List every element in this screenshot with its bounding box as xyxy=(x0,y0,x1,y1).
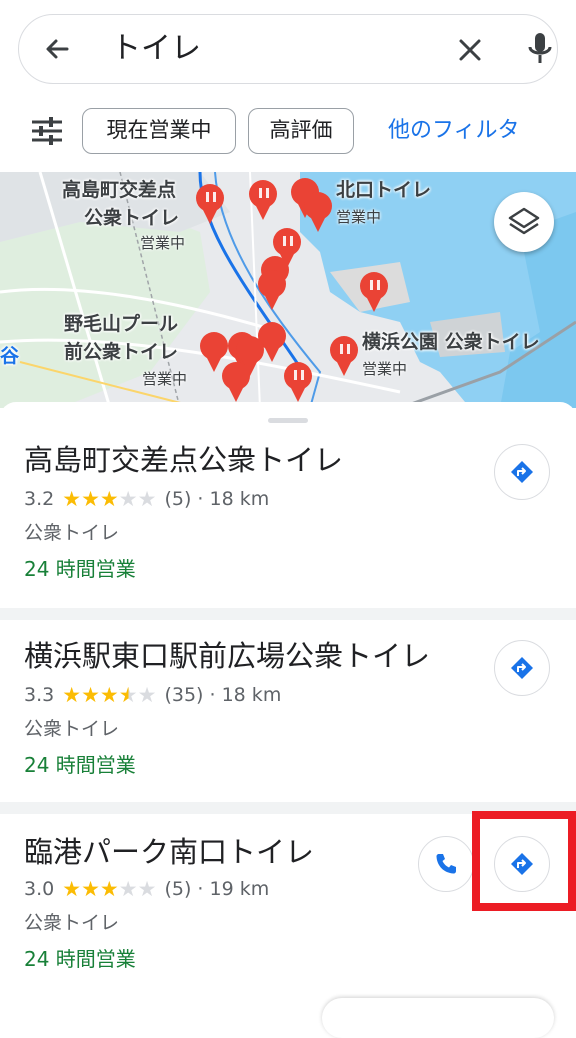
rating-value: 3.0 xyxy=(24,878,55,900)
rating-value: 3.2 xyxy=(24,488,55,510)
map-layers-button[interactable] xyxy=(494,192,554,252)
star-rating: ★★★★★ xyxy=(62,876,156,903)
result-title[interactable]: 高島町交差点公衆トイレ xyxy=(24,442,343,478)
map-label-nogeyama[interactable]: 野毛山プール xyxy=(64,312,178,336)
map-status-yokohama-park: 営業中 xyxy=(362,360,408,378)
star-icon: ★ xyxy=(137,487,157,511)
layers-icon xyxy=(508,207,540,235)
map-label-kitaguchi[interactable]: 北口トイレ xyxy=(336,178,431,202)
star-icon: ★ xyxy=(62,487,82,511)
star-rating: ★★★★★ xyxy=(62,682,156,709)
distance: · 18 km xyxy=(209,684,282,706)
rating-value: 3.3 xyxy=(24,684,55,706)
category: 公衆トイレ xyxy=(24,912,120,934)
directions-icon xyxy=(511,461,533,483)
distance: · 18 km xyxy=(197,488,270,510)
distance: · 19 km xyxy=(197,878,270,900)
search-bar[interactable]: トイレ xyxy=(18,14,558,84)
result-title[interactable]: 横浜駅東口駅前広場公衆トイレ xyxy=(24,638,430,674)
rating-row: 3.0 ★★★★★ (5) · 19 km xyxy=(24,876,269,903)
star-icon: ★ xyxy=(62,683,82,707)
filter-row: 現在営業中 高評価 他のフィルタ xyxy=(0,106,576,158)
directions-icon xyxy=(511,657,533,679)
star-icon: ★ xyxy=(62,877,82,901)
category: 公衆トイレ xyxy=(24,522,120,544)
directions-button[interactable] xyxy=(494,444,550,500)
call-button[interactable] xyxy=(418,836,474,892)
star-icon: ★ xyxy=(118,487,138,511)
map[interactable]: 高島町交差点 公衆トイレ 営業中 北口トイレ 営業中 野毛山プール 前公衆トイレ… xyxy=(0,172,576,408)
hours-status: 24 時間営業 xyxy=(24,753,136,777)
clear-icon[interactable] xyxy=(455,35,485,65)
map-label-station-fragment: 谷 xyxy=(0,345,20,367)
star-icon: ★ xyxy=(99,487,119,511)
result-title[interactable]: 臨港パーク南口トイレ xyxy=(24,834,314,870)
rating-row: 3.2 ★★★★★ (5) · 18 km xyxy=(24,486,269,513)
divider xyxy=(0,608,576,620)
chip-top-rated[interactable]: 高評価 xyxy=(248,108,354,154)
hours-status: 24 時間営業 xyxy=(24,557,136,581)
star-icon: ★ xyxy=(118,877,138,901)
microphone-icon[interactable] xyxy=(525,31,555,67)
star-icon: ★ xyxy=(81,877,100,901)
back-arrow-icon[interactable] xyxy=(41,33,73,65)
drag-handle[interactable] xyxy=(268,418,308,423)
star-icon: ★ xyxy=(118,683,138,707)
category: 公衆トイレ xyxy=(24,718,120,740)
map-status-nogeyama: 営業中 xyxy=(142,370,188,388)
star-icon: ★ xyxy=(99,683,119,707)
map-label-takashimacho-line2[interactable]: 公衆トイレ xyxy=(84,206,179,230)
review-count: (5) xyxy=(164,488,192,510)
star-icon: ★ xyxy=(81,487,100,511)
star-rating: ★★★★★ xyxy=(62,486,156,513)
filter-sliders-icon[interactable] xyxy=(30,116,64,146)
review-count: (35) xyxy=(164,684,204,706)
result-card[interactable]: 横浜駅東口駅前広場公衆トイレ 3.3 ★★★★★ (35) · 18 km 公衆… xyxy=(0,620,576,802)
directions-button[interactable] xyxy=(494,640,550,696)
star-icon: ★ xyxy=(99,877,119,901)
map-status-takashimacho: 営業中 xyxy=(140,234,186,252)
star-icon: ★ xyxy=(137,683,157,707)
star-icon: ★ xyxy=(137,877,157,901)
hours-status: 24 時間営業 xyxy=(24,947,136,971)
more-filters-link[interactable]: 他のフィルタ xyxy=(388,108,520,154)
map-label-yokohama-park[interactable]: 横浜公園 公衆トイレ xyxy=(362,330,540,354)
bottom-floating-pill[interactable] xyxy=(322,998,554,1038)
highlight-box xyxy=(472,811,576,911)
review-count: (5) xyxy=(164,878,192,900)
rating-row: 3.3 ★★★★★ (35) · 18 km xyxy=(24,682,281,709)
search-input[interactable]: トイレ xyxy=(111,27,201,71)
map-label-takashimacho[interactable]: 高島町交差点 xyxy=(62,178,176,202)
star-icon: ★ xyxy=(81,683,100,707)
map-label-nogeyama-line2[interactable]: 前公衆トイレ xyxy=(64,340,178,364)
result-card[interactable]: 高島町交差点公衆トイレ 3.2 ★★★★★ (5) · 18 km 公衆トイレ … xyxy=(0,430,576,608)
map-status-kitaguchi: 営業中 xyxy=(336,208,382,226)
phone-icon xyxy=(436,854,456,874)
chip-open-now[interactable]: 現在営業中 xyxy=(82,108,236,154)
